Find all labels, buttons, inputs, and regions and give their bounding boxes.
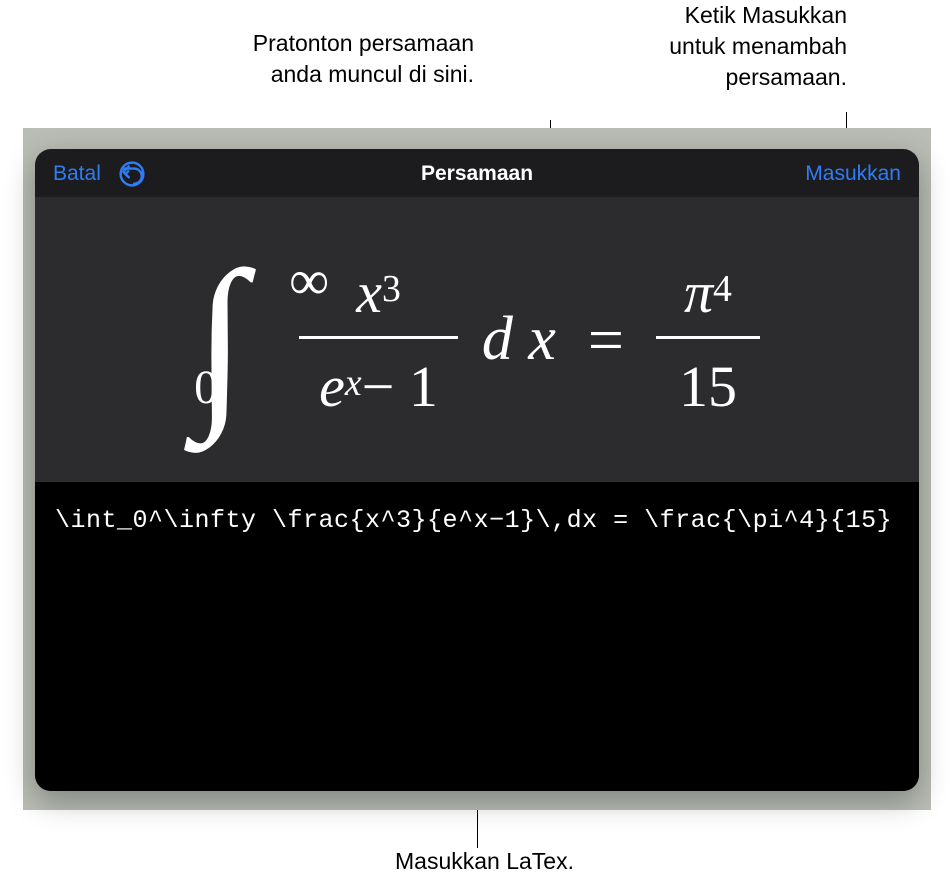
callout-line-latex — [477, 810, 478, 848]
integral-symbol: ∫ ∞ 0 — [194, 259, 246, 421]
fraction-right-numerator: π4 — [656, 259, 760, 336]
panel-title: Persamaan — [421, 162, 533, 186]
dx-term: d x — [482, 304, 556, 375]
fraction-right-denominator: 15 — [659, 339, 757, 420]
header-left-group: Batal — [53, 161, 145, 187]
latex-input-area[interactable]: \int_0^\infty \frac{x^3}{e^x−1}\,dx = \f… — [35, 482, 919, 791]
cancel-button[interactable]: Batal — [53, 162, 101, 186]
callout-preview-text: Pratonton persamaananda muncul di sini. — [253, 28, 474, 90]
panel-header: Batal Persamaan Masukkan — [35, 149, 919, 197]
equation-render: ∫ ∞ 0 x3 ex − 1 d x = π4 — [194, 259, 760, 421]
latex-input-text[interactable]: \int_0^\infty \frac{x^3}{e^x−1}\,dx = \f… — [55, 506, 899, 535]
integral-lower-bound: 0 — [194, 360, 218, 415]
fraction-left-numerator: x3 — [328, 259, 429, 336]
equals-sign: = — [588, 303, 624, 377]
insert-button[interactable]: Masukkan — [805, 162, 901, 186]
equation-panel: Batal Persamaan Masukkan ∫ ∞ 0 — [35, 149, 919, 791]
equation-preview-area: ∫ ∞ 0 x3 ex − 1 d x = π4 — [35, 197, 919, 482]
undo-icon[interactable] — [119, 161, 145, 187]
fraction-right: π4 15 — [656, 259, 760, 420]
fraction-left-denominator: ex − 1 — [299, 339, 458, 420]
integral-upper-bound: ∞ — [289, 249, 329, 313]
callout-latex-text: Masukkan LaTex. — [395, 848, 574, 875]
callout-insert-text: Ketik Masukkanuntuk menambahpersamaan. — [669, 0, 847, 93]
